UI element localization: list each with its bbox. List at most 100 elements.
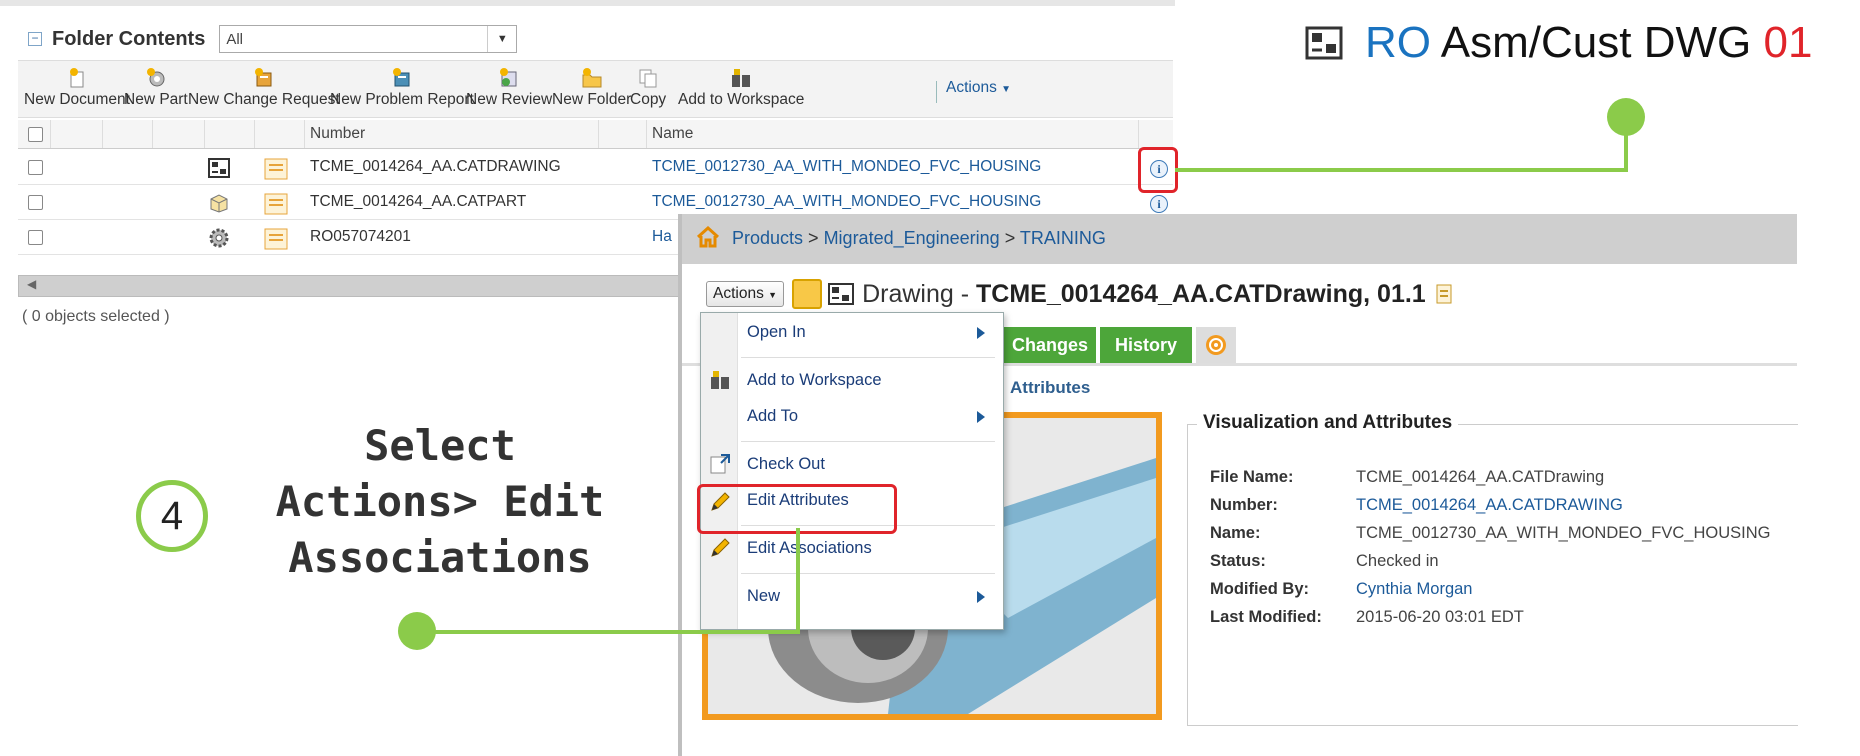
menu-separator [741, 357, 995, 358]
attribute-value-link[interactable]: Cynthia Morgan [1356, 580, 1472, 599]
new-folder-label: New Folder [552, 91, 632, 108]
add-tab-button[interactable] [1196, 327, 1236, 363]
add-to-workspace-button[interactable]: Add to Workspace [678, 67, 804, 109]
info-page-button[interactable] [792, 279, 823, 309]
step-instruction: Select Actions> Edit Associations [250, 418, 630, 586]
info-icon-highlight [1138, 147, 1178, 193]
new-folder-button[interactable]: New Folder [552, 67, 631, 109]
scroll-left-icon[interactable]: ◀ [27, 277, 36, 291]
folder-toolbar: New Document New Part New Change Request… [18, 60, 1173, 118]
caption-main: Asm/Cust DWG [1431, 18, 1764, 67]
menu-item-edit-associations[interactable]: Edit Associations [747, 539, 872, 558]
new-change-request-label: New Change Request [188, 91, 340, 108]
breadcrumb-item[interactable]: TRAINING [1020, 228, 1106, 248]
attribute-value-link[interactable]: TCME_0014264_AA.CATDRAWING [1356, 496, 1623, 515]
row-checkbox[interactable] [28, 160, 43, 175]
row-number: TCME_0014264_AA.CATDRAWING [310, 158, 561, 175]
new-part-button[interactable]: New Part [124, 67, 188, 109]
document-info-icon[interactable] [264, 193, 288, 215]
new-change-request-button[interactable]: New Change Request [188, 67, 340, 109]
new-change-request-icon [254, 68, 272, 87]
add-to-workspace-label: Add to Workspace [678, 91, 805, 108]
step-line: Actions> Edit [275, 477, 605, 526]
copy-button[interactable]: Copy [630, 67, 666, 109]
drawing-icon [208, 158, 230, 178]
folder-contents-header: − Folder Contents All ▼ [28, 24, 518, 54]
selection-status: ( 0 objects selected ) [22, 308, 170, 325]
filter-select[interactable]: All ▼ [219, 25, 518, 53]
menu-item-add-to-workspace[interactable]: Add to Workspace [747, 371, 882, 390]
tab-changes[interactable]: Changes [1004, 327, 1096, 363]
page-title-type: Drawing - [862, 279, 976, 308]
document-icon [1436, 284, 1452, 304]
page-title-row: Actions ▼ Drawing - TCME_0014264_AA.CATD… [706, 274, 1452, 314]
attribute-label: Last Modified: [1210, 608, 1322, 626]
part-cube-icon [210, 194, 228, 213]
caret-down-icon: ▼ [1001, 84, 1012, 95]
caption-prefix: RO [1365, 18, 1431, 67]
attribute-value: TCME_0012730_AA_WITH_MONDEO_FVC_HOUSING [1356, 524, 1771, 542]
row-name-link[interactable]: Ha [652, 228, 672, 246]
connector-dot [1607, 98, 1645, 136]
table-header-row: Number Name [18, 120, 1173, 149]
tab-history[interactable]: History [1100, 327, 1192, 363]
column-divider [598, 120, 599, 148]
folder-contents-title: Folder Contents [52, 27, 206, 50]
chevron-down-icon[interactable]: ▼ [487, 26, 516, 52]
attribute-label: Name: [1210, 524, 1261, 542]
info-icon[interactable]: i [1150, 195, 1168, 213]
new-part-icon [146, 68, 165, 87]
menu-item-check-out[interactable]: Check Out [747, 455, 825, 474]
row-name-link[interactable]: TCME_0012730_AA_WITH_MONDEO_FVC_HOUSING [652, 193, 1041, 211]
panel-title: Visualization and Attributes [1197, 412, 1459, 434]
new-document-button[interactable]: New Document [24, 67, 130, 109]
menu-item-new[interactable]: New [747, 587, 780, 606]
column-header-name[interactable]: Name [652, 125, 693, 143]
collapse-icon[interactable]: − [28, 32, 42, 46]
table-row[interactable]: TCME_0014264_AA.CATDRAWING TCME_0012730_… [18, 150, 1173, 185]
slide-caption: RO Asm/Cust DWG 01 [1305, 18, 1812, 68]
breadcrumb-separator: > [803, 228, 824, 248]
document-info-icon[interactable] [264, 158, 288, 180]
connector-line [796, 528, 800, 634]
copy-icon [639, 69, 657, 88]
connector-dot [398, 612, 436, 650]
breadcrumb-item[interactable]: Migrated_Engineering [824, 228, 1000, 248]
select-all-checkbox[interactable] [28, 127, 43, 142]
row-checkbox[interactable] [28, 195, 43, 210]
document-info-icon[interactable] [264, 228, 288, 250]
row-checkbox[interactable] [28, 230, 43, 245]
horizontal-scrollbar[interactable]: ◀ [18, 275, 680, 297]
attribute-value: TCME_0014264_AA.CATDrawing [1356, 468, 1605, 486]
page-title-object: TCME_0014264_AA.CATDrawing, 01.1 [976, 279, 1426, 308]
new-review-icon [500, 68, 517, 87]
add-to-workspace-icon [732, 69, 751, 87]
new-review-label: New Review [466, 91, 553, 108]
actions-link-label: Actions [946, 79, 997, 96]
drawing-icon [828, 283, 855, 305]
new-folder-icon [582, 68, 602, 88]
menu-item-open-in[interactable]: Open In [747, 323, 806, 342]
home-icon[interactable] [696, 226, 720, 248]
section-tab-label[interactable]: Attributes [1010, 378, 1090, 398]
actions-dropdown-link[interactable]: Actions ▼ [946, 79, 1011, 97]
step-line: Associations [288, 533, 592, 582]
actions-button-label: Actions [713, 285, 764, 302]
row-name-link[interactable]: TCME_0012730_AA_WITH_MONDEO_FVC_HOUSING [652, 158, 1041, 176]
drawing-icon [1305, 26, 1343, 60]
new-document-icon [69, 68, 84, 88]
step-number-badge: 4 [136, 480, 208, 552]
new-part-label: New Part [124, 91, 188, 108]
caret-down-icon: ▼ [768, 290, 778, 300]
toolbar-divider [936, 81, 937, 103]
menu-item-add-to[interactable]: Add To [747, 407, 798, 426]
column-divider [50, 120, 51, 148]
actions-menu-button[interactable]: Actions ▼ [706, 281, 785, 307]
attribute-label: File Name: [1210, 468, 1294, 486]
new-review-button[interactable]: New Review [466, 67, 552, 109]
column-divider [1138, 120, 1139, 148]
breadcrumb-item[interactable]: Products [732, 228, 803, 248]
column-header-number[interactable]: Number [310, 125, 365, 143]
submenu-arrow-icon [977, 591, 985, 603]
new-problem-report-button[interactable]: New Problem Report [330, 67, 474, 109]
